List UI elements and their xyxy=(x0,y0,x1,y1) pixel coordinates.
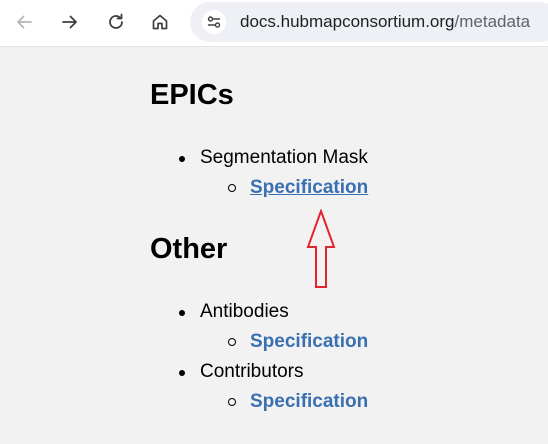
sublist-bullet xyxy=(228,338,236,346)
list-bullet xyxy=(179,310,185,316)
page-content: EPICs Segmentation Mask Specification Ot… xyxy=(0,47,548,444)
reload-icon xyxy=(109,13,123,29)
specification-link-antibodies[interactable]: Specification xyxy=(250,331,368,353)
url-host: docs.hubmapconsortium.org xyxy=(240,12,455,31)
section-heading-epics: EPICs xyxy=(150,79,234,111)
list-bullet xyxy=(179,156,185,162)
list-item-antibodies: Antibodies xyxy=(200,301,289,322)
url-text[interactable]: docs.hubmapconsortium.org/metadata xyxy=(240,12,530,32)
specification-link-segmentation-mask[interactable]: Specification xyxy=(250,177,368,199)
forward-arrow-icon xyxy=(62,15,77,29)
annotation-arrow-icon xyxy=(306,209,336,288)
back-arrow-icon xyxy=(17,15,32,29)
url-path: /metadata xyxy=(454,12,531,31)
address-bar[interactable]: docs.hubmapconsortium.org/metadata xyxy=(190,2,548,42)
list-item-contributors: Contributors xyxy=(200,361,304,382)
list-item-segmentation-mask: Segmentation Mask xyxy=(200,147,368,168)
section-heading-other: Other xyxy=(150,233,228,265)
back-button[interactable] xyxy=(8,6,40,38)
reload-button[interactable] xyxy=(100,6,132,38)
browser-toolbar: docs.hubmapconsortium.org/metadata xyxy=(0,0,548,47)
home-icon xyxy=(152,14,168,30)
list-bullet xyxy=(179,370,185,376)
forward-button[interactable] xyxy=(54,6,86,38)
sublist-bullet xyxy=(228,184,236,192)
site-settings-icon[interactable] xyxy=(202,10,226,34)
sublist-bullet xyxy=(228,398,236,406)
home-button[interactable] xyxy=(144,6,176,38)
specification-link-contributors[interactable]: Specification xyxy=(250,391,368,413)
